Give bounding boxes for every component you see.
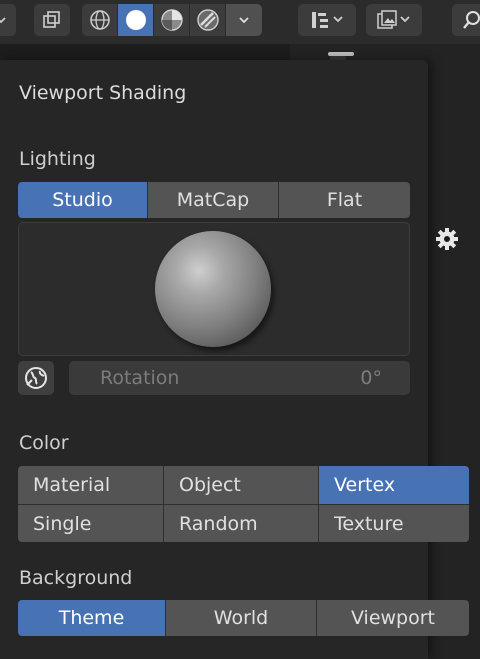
color-object-button[interactable]: Object	[164, 466, 319, 504]
overlay-icon	[43, 11, 60, 28]
rendered-shading-icon	[196, 9, 219, 31]
material-preview-icon	[160, 9, 183, 31]
rotation-field[interactable]: Rotation 0°	[69, 361, 410, 395]
background-options: Theme World Viewport	[18, 600, 469, 636]
background-viewport-button[interactable]: Viewport	[317, 600, 469, 636]
scroll-indicator	[328, 52, 354, 56]
lighting-matcap-button[interactable]: MatCap	[148, 182, 279, 218]
display-mode-icon	[377, 10, 410, 29]
partial-left-button[interactable]	[0, 4, 16, 36]
background-theme-button[interactable]: Theme	[18, 600, 166, 636]
world-space-lighting-button[interactable]	[18, 361, 54, 395]
shading-mode-group	[82, 4, 262, 36]
lighting-label: Lighting	[19, 148, 96, 170]
color-random-button[interactable]: Random	[164, 505, 319, 542]
rendered-shading-button[interactable]	[190, 4, 226, 36]
toggle-xray-button[interactable]	[34, 4, 70, 36]
color-vertex-button[interactable]: Vertex	[319, 466, 469, 504]
background-world-button[interactable]: World	[166, 600, 317, 636]
search-button[interactable]	[452, 4, 480, 36]
rotation-value: 0°	[360, 367, 382, 389]
rotation-label: Rotation	[100, 367, 180, 389]
material-preview-button[interactable]	[154, 4, 190, 36]
color-single-button[interactable]: Single	[18, 505, 164, 542]
chevron-down-icon	[0, 17, 6, 24]
solid-shading-icon	[125, 10, 146, 30]
color-texture-button[interactable]: Texture	[319, 505, 469, 542]
outliner-filter-button[interactable]	[298, 4, 356, 36]
wireframe-shading-button[interactable]	[82, 4, 118, 36]
lighting-studio-button[interactable]: Studio	[18, 182, 148, 218]
popover-title: Viewport Shading	[19, 82, 187, 104]
studio-light-sphere	[155, 231, 271, 347]
wireframe-shading-icon	[89, 10, 110, 30]
shading-popover-button[interactable]	[226, 4, 262, 36]
color-material-button[interactable]: Material	[18, 466, 164, 504]
lighting-flat-button[interactable]: Flat	[279, 182, 410, 218]
chevron-down-icon	[239, 17, 249, 24]
settings-gear-icon[interactable]	[435, 227, 459, 251]
header-toolbar	[0, 0, 480, 44]
viewport-shading-popover: Viewport Shading Lighting Studio MatCap …	[0, 60, 469, 659]
world-lighting-icon	[25, 367, 47, 389]
color-label: Color	[19, 432, 69, 454]
color-options: Material Object Vertex Single Random Tex…	[18, 466, 469, 542]
lighting-options: Studio MatCap Flat	[18, 182, 410, 218]
display-mode-button[interactable]	[366, 4, 422, 36]
background-label: Background	[19, 567, 133, 589]
outliner-filter-icon	[312, 12, 343, 28]
solid-shading-button[interactable]	[118, 4, 154, 36]
search-icon	[463, 11, 480, 29]
studio-light-preview[interactable]	[18, 222, 410, 356]
